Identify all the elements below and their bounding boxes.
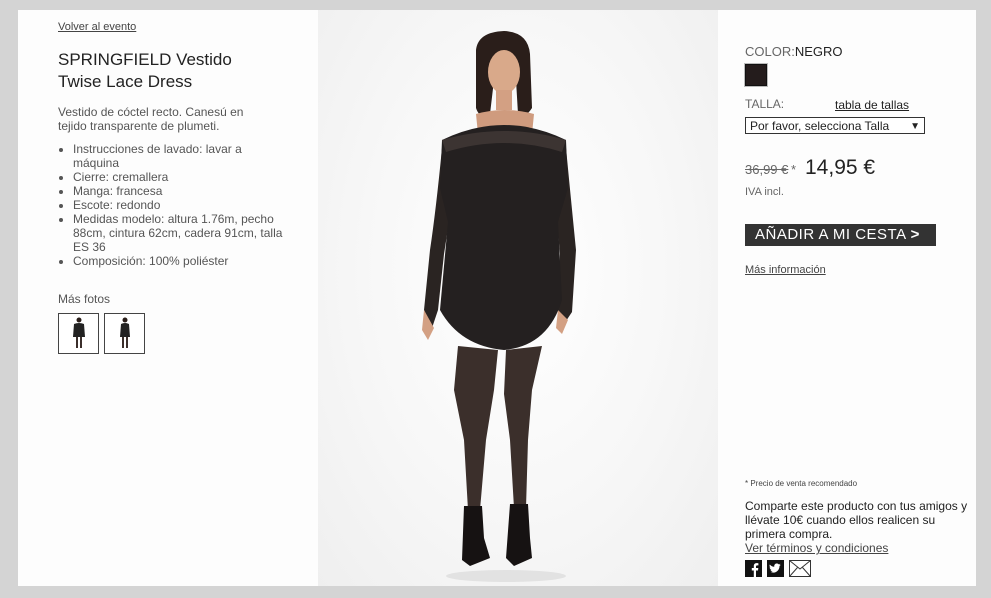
recommended-price-note: * Precio de venta recomendado: [745, 479, 858, 488]
size-label: TALLA:: [745, 97, 785, 111]
original-price-mark: *: [791, 162, 797, 177]
model-photo-image: [422, 31, 576, 582]
feature-item: Medidas modelo: altura 1.76m, pecho 88cm…: [73, 212, 283, 254]
thumbnail-image: [119, 317, 130, 348]
twitter-icon[interactable]: [767, 560, 784, 582]
size-select-value: Por favor, selecciona Talla: [750, 119, 890, 133]
photo-thumbnail-2[interactable]: [104, 313, 145, 354]
product-photo: [318, 10, 718, 586]
more-photos-label: Más fotos: [58, 292, 111, 306]
size-select[interactable]: Por favor, selecciona Talla ▼: [745, 117, 925, 134]
feature-item: Manga: francesa: [73, 184, 283, 198]
product-features-list: Instrucciones de lavado: lavar a máquina…: [58, 142, 283, 268]
more-info-link[interactable]: Más información: [745, 264, 826, 276]
color-label: COLOR:NEGRO: [745, 44, 843, 59]
color-value: NEGRO: [794, 44, 843, 59]
add-to-cart-button[interactable]: AÑADIR A MI CESTA >: [745, 224, 936, 246]
thumbnail-image: [72, 317, 85, 348]
email-icon[interactable]: [789, 560, 811, 582]
product-title: SPRINGFIELD Vestido Twise Lace Dress: [58, 50, 232, 91]
vat-note: IVA incl.: [745, 186, 784, 198]
sale-price: 14,95 €: [805, 156, 876, 179]
feature-item: Composición: 100% poliéster: [73, 254, 283, 268]
product-page: Volver al evento SPRINGFIELD Vestido Twi…: [18, 10, 976, 586]
back-to-event-link[interactable]: Volver al evento: [58, 21, 136, 33]
add-to-cart-label: AÑADIR A MI CESTA: [755, 226, 907, 243]
color-swatch-negro[interactable]: [745, 64, 767, 86]
photo-thumbnail-1[interactable]: [58, 313, 99, 354]
chevron-right-icon: >: [910, 226, 920, 243]
feature-item: Cierre: cremallera: [73, 170, 283, 184]
color-label-text: COLOR:: [745, 44, 795, 59]
feature-item: Escote: redondo: [73, 198, 283, 212]
terms-link[interactable]: Ver términos y condiciones: [745, 541, 888, 555]
size-table-link[interactable]: tabla de tallas: [835, 98, 909, 112]
feature-item: Instrucciones de lavado: lavar a máquina: [73, 142, 283, 170]
dropdown-arrow-icon: ▼: [910, 121, 920, 132]
product-description: Vestido de cóctel recto. Canesú en tejid…: [58, 105, 244, 133]
original-price: 36,99 €: [745, 162, 789, 177]
facebook-icon[interactable]: [745, 560, 762, 582]
share-promo-text: Comparte este producto con tus amigos y …: [745, 499, 968, 541]
